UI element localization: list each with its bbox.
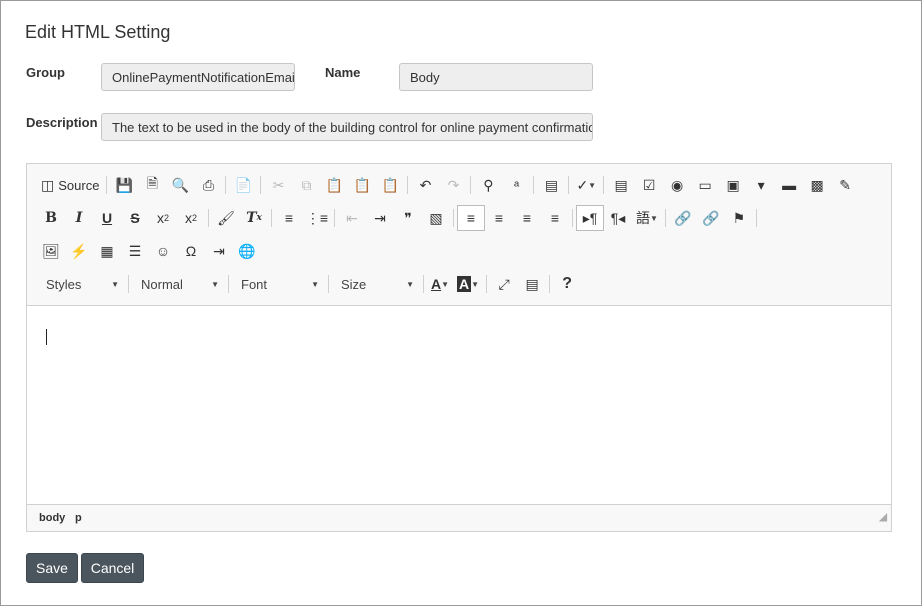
textfield-icon[interactable]: ▭ <box>691 172 719 198</box>
replace-icon[interactable]: ᵃ <box>502 172 530 198</box>
resize-grip-icon[interactable]: ◢ <box>879 512 887 528</box>
horizontal-line-icon[interactable]: ☰ <box>121 238 149 264</box>
maximize-icon[interactable]: ⤢ <box>490 271 518 297</box>
form-icon[interactable]: ▤ <box>607 172 635 198</box>
justify-icon[interactable]: ≡ <box>541 205 569 231</box>
styles-label: Styles <box>46 276 82 292</box>
align-left-icon[interactable]: ≡ <box>457 205 485 231</box>
outdent-icon[interactable]: ⇤ <box>338 205 366 231</box>
copy-format-icon[interactable]: 🖌 <box>212 205 240 231</box>
rtl-icon[interactable]: ¶◂ <box>604 205 632 231</box>
image-button-icon[interactable]: ▩ <box>803 172 831 198</box>
path-item-p[interactable]: p <box>75 512 82 524</box>
checkbox-icon[interactable]: ☑ <box>635 172 663 198</box>
show-blocks-icon[interactable]: ▤ <box>518 271 546 297</box>
group-field[interactable]: OnlinePaymentNotificationEmail <box>101 63 295 91</box>
group-label: Group <box>26 65 65 80</box>
font-label: Font <box>241 276 268 292</box>
name-label: Name <box>325 65 361 80</box>
subscript-icon[interactable]: x2 <box>149 205 177 231</box>
save-icon[interactable]: 💾 <box>110 172 138 198</box>
preview-icon[interactable]: 🔍 <box>166 172 194 198</box>
description-field[interactable]: The text to be used in the body of the b… <box>101 113 593 141</box>
undo-icon[interactable]: ↶ <box>411 172 439 198</box>
styles-dropdown[interactable]: Styles ▼ <box>37 271 125 297</box>
iframe-icon[interactable]: 🌐 <box>233 238 261 264</box>
background-color-icon[interactable]: A ▼ <box>453 271 483 297</box>
description-label: Description <box>26 115 98 130</box>
superscript-icon[interactable]: x2 <box>177 205 205 231</box>
source-icon: ◫ <box>41 176 55 193</box>
bold-icon[interactable]: B <box>37 205 65 231</box>
ltr-icon[interactable]: ▸¶ <box>576 205 604 231</box>
editor-content[interactable] <box>27 306 891 504</box>
dialog: Edit HTML Setting Group OnlinePaymentNot… <box>0 0 922 606</box>
copy-icon[interactable]: ⧉ <box>292 172 320 198</box>
spellcheck-icon[interactable]: ✓ ▼ <box>572 172 600 198</box>
size-dropdown[interactable]: Size ▼ <box>332 271 420 297</box>
text-cursor <box>46 329 47 345</box>
blockquote-icon[interactable]: ❞ <box>394 205 422 231</box>
numbered-list-icon[interactable]: ≡ <box>275 205 303 231</box>
element-path-bar: body p ◢ <box>27 504 891 531</box>
text-color-icon[interactable]: A ▼ <box>427 271 453 297</box>
templates-icon[interactable]: 📄 <box>229 172 257 198</box>
chevron-down-icon: ▼ <box>211 279 219 289</box>
cancel-button[interactable]: Cancel <box>81 553 144 583</box>
link-icon[interactable]: 🔗 <box>669 205 697 231</box>
select-icon[interactable]: ▾ <box>747 172 775 198</box>
smiley-icon[interactable]: ☺ <box>149 238 177 264</box>
save-button[interactable]: Save <box>26 553 78 583</box>
paste-icon[interactable]: 📋 <box>320 172 348 198</box>
size-label: Size <box>341 276 367 292</box>
help-icon[interactable]: ? <box>553 271 581 297</box>
flash-icon[interactable]: ⚡ <box>65 238 93 264</box>
anchor-icon[interactable]: ⚑ <box>725 205 753 231</box>
page-title: Edit HTML Setting <box>25 22 171 42</box>
textarea-icon[interactable]: ▣ <box>719 172 747 198</box>
italic-icon[interactable]: I <box>65 205 93 231</box>
editor-toolbar: ◫ Source 💾 🗎 🔍 ⎙ 📄 ✂ ⧉ 📋 📋 📋 ↶ ↷ ⚲ ᵃ ▤ ✓… <box>27 164 891 306</box>
div-container-icon[interactable]: ▧ <box>422 205 450 231</box>
button-icon[interactable]: ▬ <box>775 172 803 198</box>
source-button[interactable]: ◫ Source <box>37 172 103 198</box>
new-page-icon[interactable]: 🗎 <box>138 172 166 198</box>
hidden-field-icon[interactable]: ✎ <box>831 172 859 198</box>
align-center-icon[interactable]: ≡ <box>485 205 513 231</box>
select-all-icon[interactable]: ▤ <box>537 172 565 198</box>
print-icon[interactable]: ⎙ <box>194 172 222 198</box>
special-char-icon[interactable]: Ω <box>177 238 205 264</box>
image-icon[interactable]: 🖼 <box>37 238 65 264</box>
strike-icon[interactable]: S <box>121 205 149 231</box>
language-icon[interactable]: 語 ▼ <box>632 205 662 231</box>
table-icon[interactable]: ▦ <box>93 238 121 264</box>
paste-text-icon[interactable]: 📋 <box>348 172 376 198</box>
radio-icon[interactable]: ◉ <box>663 172 691 198</box>
align-right-icon[interactable]: ≡ <box>513 205 541 231</box>
chevron-down-icon: ▼ <box>311 279 319 289</box>
find-icon[interactable]: ⚲ <box>474 172 502 198</box>
chevron-down-icon: ▼ <box>406 279 414 289</box>
path-item-body[interactable]: body <box>39 512 65 524</box>
unlink-icon[interactable]: 🔗 <box>697 205 725 231</box>
font-dropdown[interactable]: Font ▼ <box>232 271 325 297</box>
chevron-down-icon: ▼ <box>111 279 119 289</box>
cut-icon[interactable]: ✂ <box>264 172 292 198</box>
bulleted-list-icon[interactable]: ⋮≡ <box>303 205 331 231</box>
indent-icon[interactable]: ⇥ <box>366 205 394 231</box>
name-field[interactable]: Body <box>399 63 593 91</box>
paste-word-icon[interactable]: 📋 <box>376 172 404 198</box>
underline-icon[interactable]: U <box>93 205 121 231</box>
redo-icon[interactable]: ↷ <box>439 172 467 198</box>
format-label: Normal <box>141 276 183 292</box>
source-label: Source <box>58 177 100 193</box>
format-dropdown[interactable]: Normal ▼ <box>132 271 225 297</box>
remove-format-icon[interactable]: Tx <box>240 205 268 231</box>
html-editor: ◫ Source 💾 🗎 🔍 ⎙ 📄 ✂ ⧉ 📋 📋 📋 ↶ ↷ ⚲ ᵃ ▤ ✓… <box>26 163 892 532</box>
page-break-icon[interactable]: ⇥ <box>205 238 233 264</box>
